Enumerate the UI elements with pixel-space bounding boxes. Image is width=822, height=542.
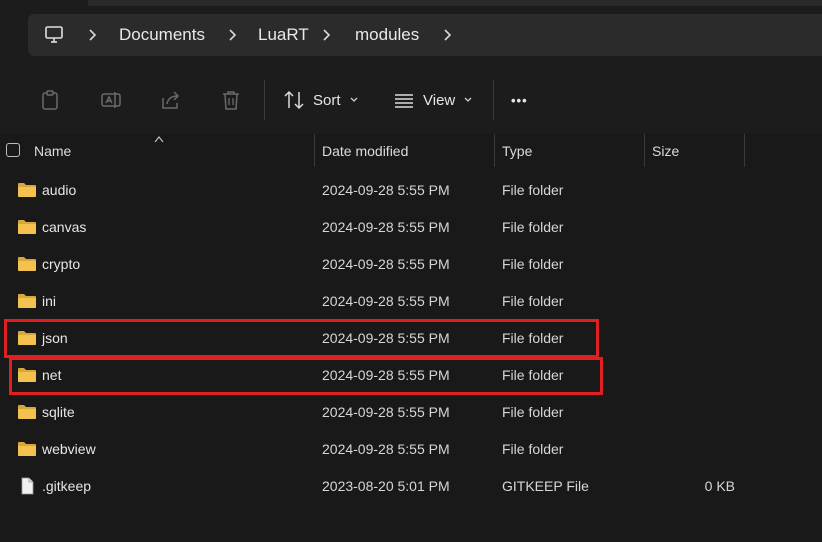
column-divider[interactable] [494,134,495,167]
view-icon [395,94,413,108]
item-type: GITKEEP File [502,478,589,494]
item-date: 2023-08-20 5:01 PM [322,478,450,494]
item-date: 2024-09-28 5:55 PM [322,404,450,420]
folder-icon [18,183,36,197]
title-area: Documents LuaRT modules [0,0,822,66]
rename-icon[interactable] [100,89,122,111]
view-label: View [423,91,456,109]
chevron-down-icon [350,97,357,102]
item-name: .gitkeep [42,478,92,494]
highlight-box-net [9,357,603,395]
list-item[interactable]: crypto 2024-09-28 5:55 PM File folder [0,246,822,283]
list-item[interactable]: ini 2024-09-28 5:55 PM File folder [0,283,822,320]
breadcrumb-modules[interactable]: modules [355,25,419,45]
item-date: 2024-09-28 5:55 PM [322,441,450,457]
list-item[interactable]: sqlite 2024-09-28 5:55 PM File folder [0,394,822,431]
item-date: 2024-09-28 5:55 PM [322,256,450,272]
item-type: File folder [502,404,564,420]
item-name: sqlite [42,404,75,420]
chevron-right-icon[interactable] [84,27,100,43]
sort-button[interactable]: Sort [283,88,367,112]
tab-strip [88,0,822,6]
item-name: audio [42,182,77,198]
item-date: 2024-09-28 5:55 PM [322,293,450,309]
chevron-right-icon[interactable] [439,27,455,43]
chevron-down-icon [464,97,472,102]
sort-ascending-icon [154,136,164,143]
list-item[interactable]: webview 2024-09-28 5:55 PM File folder [0,431,822,468]
item-name: canvas [42,219,87,235]
folder-icon [18,442,36,456]
clipboard-icon[interactable] [39,89,61,111]
item-name: ini [42,293,57,309]
file-icon [21,477,34,495]
folder-icon [18,294,36,308]
folder-icon [18,220,36,234]
toolbar-divider [493,80,494,120]
select-all-checkbox[interactable] [6,143,20,157]
item-type: File folder [502,256,564,272]
command-bar: Sort View ••• [0,66,822,134]
item-type: File folder [502,293,564,309]
folder-icon [18,257,36,271]
chevron-right-icon[interactable] [318,27,334,43]
share-icon[interactable] [160,89,182,111]
sort-icon [284,90,304,110]
column-name[interactable]: Name [34,143,71,159]
item-name: crypto [42,256,81,272]
item-type: File folder [502,219,564,235]
breadcrumb-luart[interactable]: LuaRT [258,25,309,45]
column-divider[interactable] [314,134,315,167]
list-item[interactable]: audio 2024-09-28 5:55 PM File folder [0,172,822,209]
item-type: File folder [502,441,564,457]
toolbar-divider [264,80,265,120]
item-name: webview [42,441,96,457]
breadcrumb-documents[interactable]: Documents [119,25,205,45]
list-item[interactable]: .gitkeep 2023-08-20 5:01 PM GITKEEP File… [0,468,822,505]
item-date: 2024-09-28 5:55 PM [322,182,450,198]
item-date: 2024-09-28 5:55 PM [322,219,450,235]
column-size[interactable]: Size [652,143,679,159]
folder-icon [18,405,36,419]
column-type[interactable]: Type [502,143,532,159]
column-date-modified[interactable]: Date modified [322,143,408,159]
item-type: File folder [502,182,564,198]
column-divider[interactable] [744,134,745,167]
item-size: 0 KB [704,478,735,494]
column-divider[interactable] [644,134,645,167]
view-button[interactable]: View [393,88,481,112]
column-header-row: Name Date modified Type Size [0,134,822,167]
highlight-box-json [4,319,599,358]
chevron-right-icon[interactable] [224,27,240,43]
address-bar[interactable]: Documents LuaRT modules [28,14,822,56]
computer-icon[interactable] [44,25,64,45]
trash-icon[interactable] [220,89,242,111]
more-options-button[interactable]: ••• [511,88,528,112]
sort-label: Sort [313,91,341,109]
list-item[interactable]: canvas 2024-09-28 5:55 PM File folder [0,209,822,246]
